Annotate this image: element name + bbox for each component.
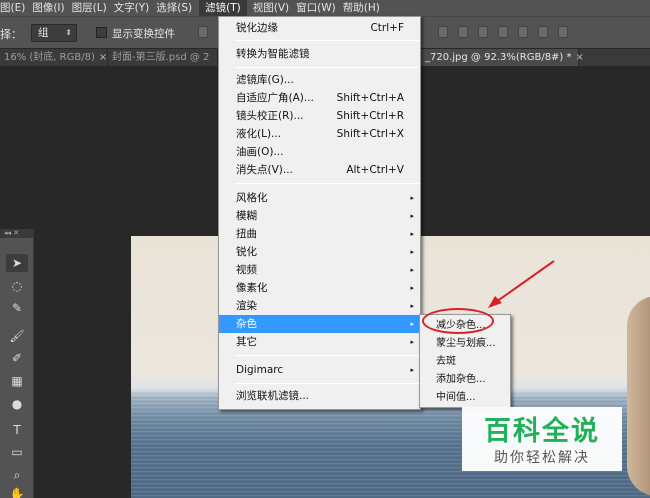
menu-image[interactable]: 图像(I)	[32, 0, 71, 16]
menu-item-video[interactable]: 视频 ▸	[219, 261, 420, 279]
close-icon[interactable]: ×	[99, 52, 107, 63]
menu-bar: 图(E) 图像(I) 图层(L) 文字(Y) 选择(S) 滤镜(T) 视图(V)…	[0, 0, 650, 16]
menu-separator	[235, 355, 419, 356]
menu-type[interactable]: 文字(Y)	[114, 0, 157, 16]
show-transform-label: 显示变换控件	[112, 28, 175, 40]
align-right-icon[interactable]	[478, 26, 488, 38]
align-center-icon[interactable]	[458, 26, 468, 38]
submenu-arrow-icon: ▸	[410, 284, 414, 292]
auto-select-label: 择：	[0, 28, 22, 41]
menu-separator	[235, 383, 419, 384]
menu-item-digimarc[interactable]: Digimarc ▸	[219, 361, 420, 379]
close-icon[interactable]: ×	[576, 52, 584, 63]
submenu-arrow-icon: ▸	[410, 230, 414, 238]
watermark: 百科全说 助你轻松解决	[462, 407, 622, 471]
auto-select-value: 组	[38, 27, 49, 39]
submenu-arrow-icon: ▸	[410, 194, 414, 202]
menu-item-browse-online[interactable]: 浏览联机滤镜...	[219, 387, 420, 405]
menu-item-liquify[interactable]: 液化(L)... Shift+Ctrl+X	[219, 125, 420, 143]
gradient-tool-icon[interactable]: ▦	[6, 372, 28, 390]
toolbox-panel: ◂◂ ✕ ➤ ◌ ✎ 🖌 ✐ ▦ ● T ▭ ⌕ ✋	[0, 229, 34, 498]
menu-item-convert-smart[interactable]: 转换为智能滤镜	[219, 45, 420, 63]
menu-view[interactable]: 视图(V)	[247, 0, 296, 16]
menu-item-stylize[interactable]: 风格化 ▸	[219, 189, 420, 207]
menu-item-other[interactable]: 其它 ▸	[219, 333, 420, 351]
menu-item-vanishing-point[interactable]: 消失点(V)... Alt+Ctrl+V	[219, 161, 420, 179]
menu-item-oil-paint[interactable]: 油画(O)...	[219, 143, 420, 161]
tab-back-cover[interactable]: 16% (封底, RGB/8) ×	[0, 49, 108, 66]
filter-menu: 锐化边缘 Ctrl+F 转换为智能滤镜 滤镜库(G)... 自适应广角(A)...…	[218, 16, 421, 410]
distribute-v-icon[interactable]	[538, 26, 548, 38]
menu-item-pixelate[interactable]: 像素化 ▸	[219, 279, 420, 297]
menu-select[interactable]: 选择(S)	[156, 0, 199, 16]
menu-help[interactable]: 帮助(H)	[343, 0, 387, 16]
brush-tool-icon[interactable]: 🖌	[6, 327, 28, 345]
tab-label: 封面-第三版.psd @ 2	[112, 52, 210, 63]
show-transform-checkbox[interactable]	[96, 27, 107, 38]
zoom-tool-icon[interactable]: ⌕	[6, 466, 28, 484]
submenu-item-dust-scratches[interactable]: 蒙尘与划痕...	[420, 335, 510, 353]
menu-item-sharpen-edges[interactable]: 锐化边缘 Ctrl+F	[219, 19, 420, 37]
menu-separator	[235, 40, 419, 41]
menu-item-lens-correction[interactable]: 镜头校正(R)... Shift+Ctrl+R	[219, 107, 420, 125]
hand-tool-icon[interactable]: ✋	[6, 485, 28, 498]
menu-item-noise[interactable]: 杂色 ▸	[219, 315, 420, 333]
eyedropper-tool-icon[interactable]: ✎	[6, 299, 28, 317]
submenu-arrow-icon: ▸	[410, 302, 414, 310]
menu-item-distort[interactable]: 扭曲 ▸	[219, 225, 420, 243]
submenu-item-despeckle[interactable]: 去斑	[420, 353, 510, 371]
menu-item-adaptive-wide[interactable]: 自适应广角(A)... Shift+Ctrl+A	[219, 89, 420, 107]
distribute-space-icon[interactable]	[558, 26, 568, 38]
menu-edit[interactable]: 图(E)	[0, 0, 32, 16]
history-brush-icon[interactable]: ✐	[6, 349, 28, 367]
distribute-icon[interactable]	[498, 26, 508, 38]
lasso-tool-icon[interactable]: ◌	[6, 277, 28, 295]
distribute-h-icon[interactable]	[518, 26, 528, 38]
auto-select-dropdown[interactable]: 组 ⬍	[31, 24, 77, 42]
type-tool-icon[interactable]: T	[6, 421, 28, 439]
align-distribute-icon[interactable]	[438, 26, 448, 38]
align-left-icon[interactable]	[198, 26, 208, 38]
menu-separator	[235, 183, 419, 184]
menu-item-blur[interactable]: 模糊 ▸	[219, 207, 420, 225]
annotation-arrow-icon	[488, 260, 555, 308]
tab-active-image[interactable]: _720.jpg @ 92.3%(RGB/8#) * ×	[421, 49, 584, 66]
menu-filter[interactable]: 滤镜(T)	[199, 0, 247, 16]
submenu-item-add-noise[interactable]: 添加杂色...	[420, 371, 510, 389]
menu-item-sharpen[interactable]: 锐化 ▸	[219, 243, 420, 261]
watermark-title: 百科全说	[484, 416, 600, 447]
menu-item-render[interactable]: 渲染 ▸	[219, 297, 420, 315]
chevron-updown-icon: ⬍	[65, 28, 72, 37]
tab-label: 16% (封底, RGB/8)	[4, 52, 95, 63]
submenu-arrow-icon: ▸	[410, 338, 414, 346]
person-hair	[627, 296, 650, 496]
panel-grip[interactable]: ◂◂ ✕	[0, 229, 33, 238]
menu-window[interactable]: 窗口(W)	[296, 0, 343, 16]
menu-layer[interactable]: 图层(L)	[72, 0, 114, 16]
tab-label: _720.jpg @ 92.3%(RGB/8#) *	[425, 52, 572, 63]
dodge-tool-icon[interactable]: ●	[6, 395, 28, 413]
submenu-arrow-icon: ▸	[410, 266, 414, 274]
submenu-arrow-icon: ▸	[410, 320, 414, 328]
watermark-subtitle: 助你轻松解决	[494, 450, 590, 466]
submenu-arrow-icon: ▸	[410, 212, 414, 220]
menu-item-filter-gallery[interactable]: 滤镜库(G)...	[219, 71, 420, 89]
submenu-arrow-icon: ▸	[410, 366, 414, 374]
move-tool-icon[interactable]: ➤	[6, 254, 28, 272]
shape-tool-icon[interactable]: ▭	[6, 443, 28, 461]
tab-cover-v3[interactable]: 封面-第三版.psd @ 2	[108, 49, 218, 66]
menu-separator	[235, 67, 419, 68]
submenu-item-median[interactable]: 中间值...	[420, 389, 510, 407]
submenu-arrow-icon: ▸	[410, 248, 414, 256]
